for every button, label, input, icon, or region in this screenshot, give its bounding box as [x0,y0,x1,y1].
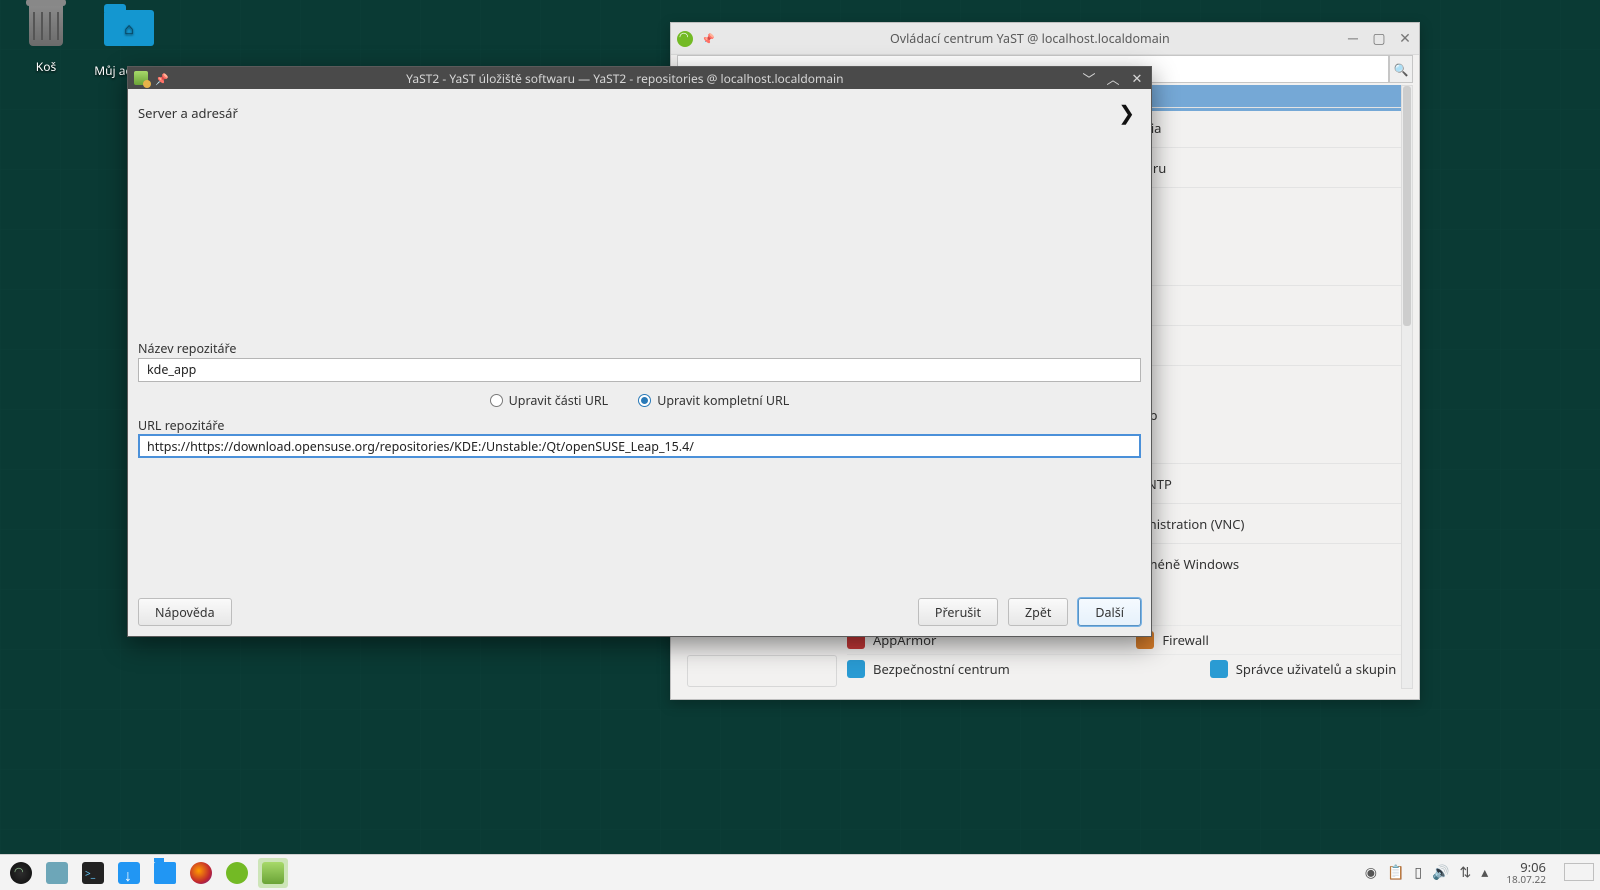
radio-icon [490,394,503,407]
network-icon[interactable]: ⇅ [1460,863,1472,882]
opensuse-icon [10,862,32,884]
tray-expand-icon[interactable]: ▴ [1481,863,1488,882]
yast-icon [226,862,248,884]
show-desktop-button[interactable] [1564,863,1594,881]
users-icon [1210,660,1228,678]
desktop-trash[interactable]: Koš [11,2,81,75]
pin-icon[interactable] [701,30,715,47]
trash-icon [22,6,70,54]
dialog-title: YaST2 - YaST úložiště softwaru — YaST2 -… [169,70,1081,87]
collapse-icon[interactable]: ❯ [1118,99,1141,126]
yast-repositories-dialog: YaST2 - YaST úložiště softwaru — YaST2 -… [127,66,1152,637]
software-icon [262,862,284,884]
help-button[interactable]: Nápověda [138,598,232,626]
back-button[interactable]: Zpět [1008,598,1068,626]
radio-edit-full-url[interactable]: Upravit kompletní URL [638,392,789,409]
desktop-icon [46,862,68,884]
terminal-icon [82,862,104,884]
item-security-center[interactable]: Bezpečnostní centrum [873,660,1010,678]
item-firewall[interactable]: Firewall [1162,631,1209,649]
taskbar: ◉ 📋 ▯ 🔊 ⇅ ▴ 9:06 18.07.22 [0,854,1600,890]
desktop-trash-label: Koš [11,58,81,75]
task-yast[interactable] [222,858,252,888]
search-icon[interactable]: 🔍 [1389,55,1413,83]
software-icon [134,71,148,85]
dialog-titlebar[interactable]: YaST2 - YaST úložiště softwaru — YaST2 -… [128,67,1151,89]
home-folder-icon: ⌂ [104,10,152,58]
next-button[interactable]: Další [1078,598,1141,626]
repo-name-label: Název repozitáře [138,340,1141,357]
volume-icon[interactable]: 🔊 [1432,863,1449,882]
minimize-button[interactable]: ─ [1345,29,1361,48]
task-desktop[interactable] [42,858,72,888]
radio-label: Upravit kompletní URL [657,392,789,409]
radio-label: Upravit části URL [509,392,609,409]
clock[interactable]: 9:06 18.07.22 [1506,860,1546,885]
repo-url-input[interactable] [138,434,1141,458]
dialog-heading: Server a adresář [138,104,238,122]
clipboard-icon[interactable]: 📋 [1387,863,1404,882]
maximize-button[interactable]: ▢ [1371,29,1387,48]
battery-icon[interactable]: ▯ [1414,863,1422,882]
close-button[interactable]: ✕ [1129,69,1145,88]
system-tray: ◉ 📋 ▯ 🔊 ⇅ ▴ 9:06 18.07.22 [1365,860,1594,885]
clock-date: 18.07.22 [1506,874,1546,885]
minimize-button[interactable]: ﹀ [1081,69,1097,88]
yast-icon [677,31,693,47]
yast-cc-title: Ovládací centrum YaST @ localhost.locald… [715,30,1345,47]
updates-icon[interactable]: ◉ [1365,863,1377,882]
abort-button[interactable]: Přerušit [918,598,998,626]
item-users-groups[interactable]: Správce uživatelů a skupin [1236,660,1397,678]
firefox-icon [190,862,212,884]
scrollbar[interactable] [1401,85,1413,689]
maximize-button[interactable]: ︿ [1105,69,1121,88]
repo-name-input[interactable] [138,358,1141,382]
task-terminal[interactable] [78,858,108,888]
task-yast-sw[interactable] [258,858,288,888]
close-button[interactable]: ✕ [1397,29,1413,48]
security-center-icon [847,660,865,678]
app-launcher[interactable] [6,858,36,888]
radio-edit-url-parts[interactable]: Upravit části URL [490,392,609,409]
pin-icon[interactable] [155,70,169,87]
task-discover[interactable] [114,858,144,888]
discover-icon [118,862,140,884]
task-files[interactable] [150,858,180,888]
sidebar-placeholder [687,655,837,687]
yast-cc-titlebar[interactable]: Ovládací centrum YaST @ localhost.locald… [671,23,1419,55]
task-firefox[interactable] [186,858,216,888]
radio-icon [638,394,651,407]
repo-url-label: URL repozitáře [138,417,1141,434]
files-icon [154,862,176,884]
